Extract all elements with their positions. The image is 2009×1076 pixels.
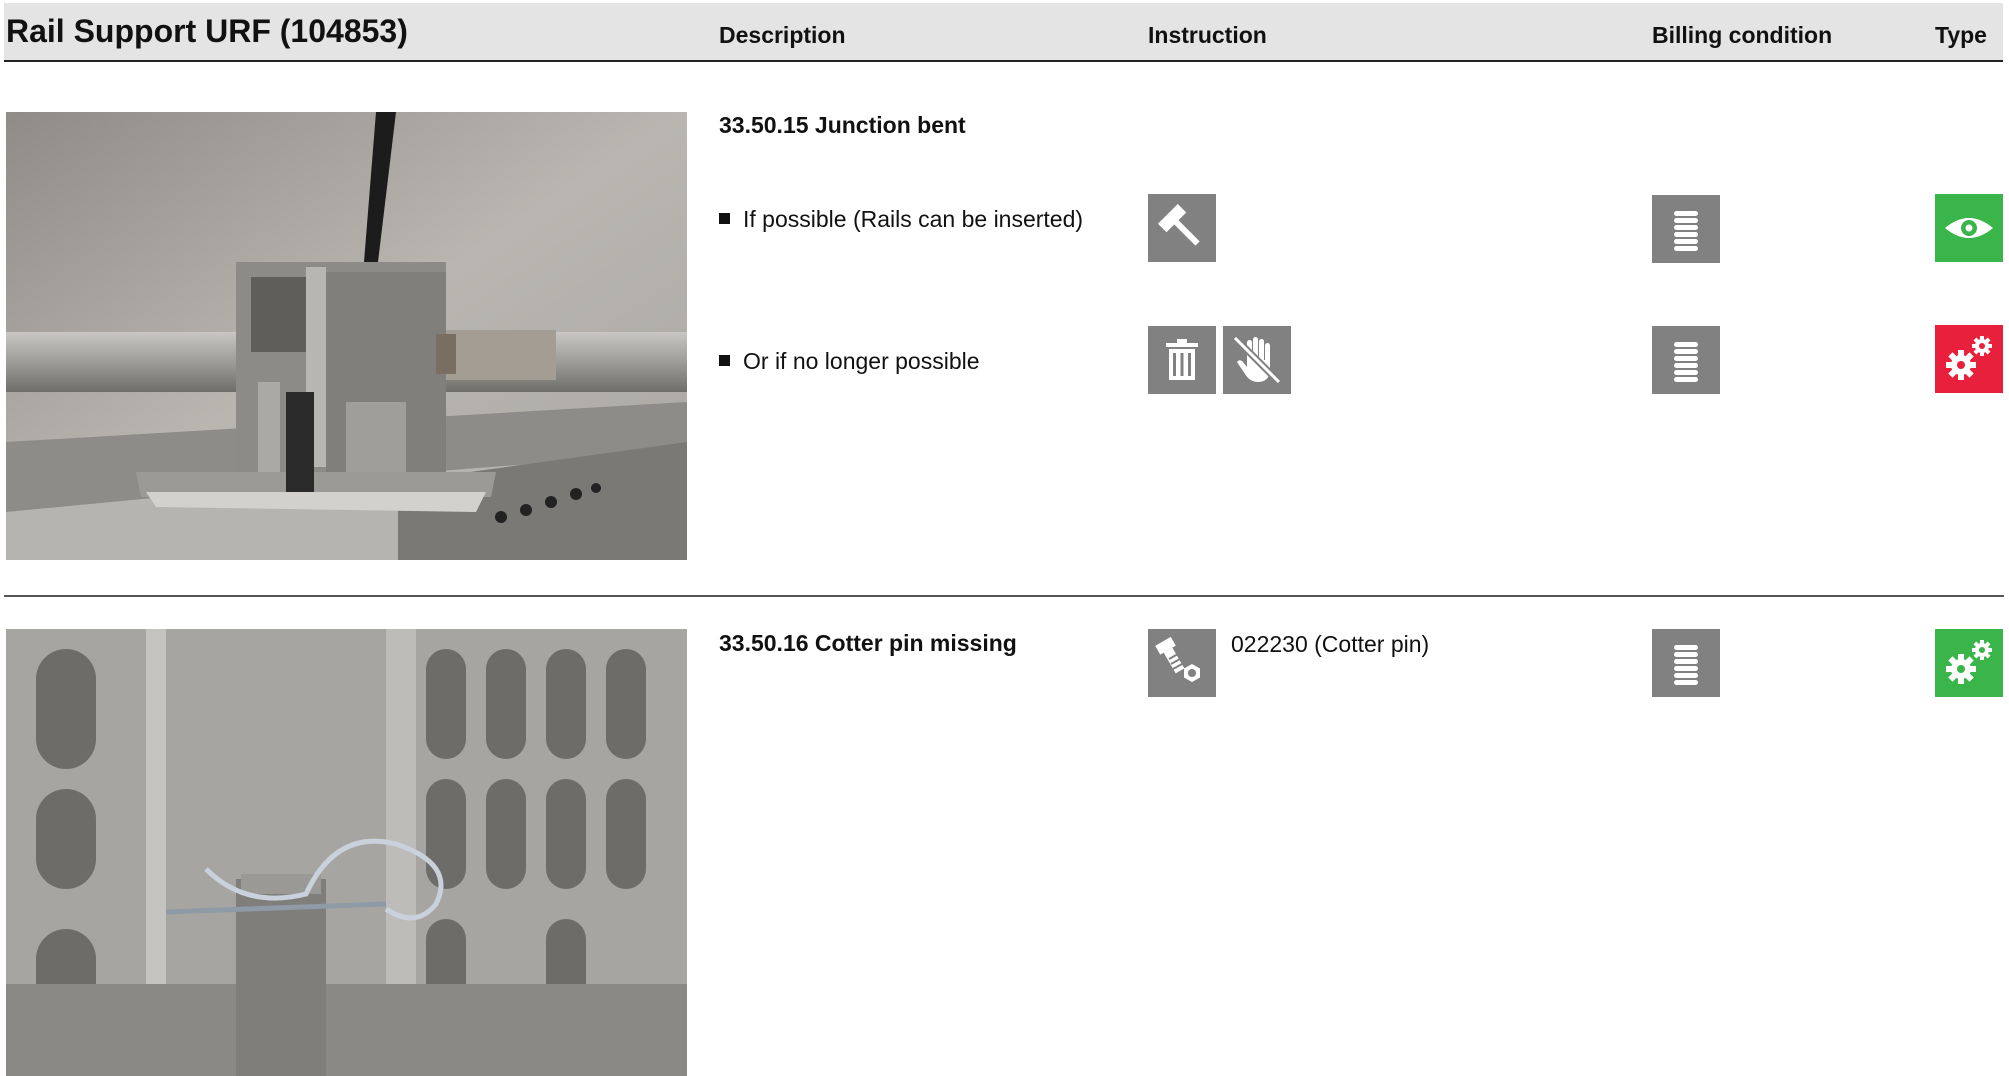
gears-icon <box>1935 325 2003 393</box>
column-header-type: Type <box>1935 22 1987 48</box>
coin-stack-icon <box>1652 326 1720 394</box>
row-divider <box>4 595 2004 597</box>
no-touch-icon <box>1223 326 1291 394</box>
gears-icon <box>1935 629 2003 697</box>
column-header-billing: Billing condition <box>1652 22 1833 48</box>
trash-icon <box>1148 326 1216 394</box>
bullet-marker <box>719 355 730 366</box>
junction-bent-title: 33.50.15 Junction bent <box>719 112 966 138</box>
list-item-text: If possible (Rails can be inserted) <box>743 206 1084 232</box>
eye-icon <box>1935 194 2003 262</box>
page-title: Rail Support URF (104853) <box>6 13 408 49</box>
bullet-marker <box>719 213 730 224</box>
coin-stack-icon <box>1652 195 1720 263</box>
cotter-pin-photo <box>6 629 687 1076</box>
list-item-text: Or if no longer possible <box>743 348 980 374</box>
cotter-pin-title: 33.50.16 Cotter pin missing <box>719 630 1017 656</box>
hammer-icon <box>1148 194 1216 262</box>
column-header-instruction: Instruction <box>1148 22 1267 48</box>
column-header-description: Description <box>719 22 846 48</box>
table-header: Rail Support URF (104853) Description In… <box>4 3 2003 62</box>
cotter-pin-part-number: 022230 (Cotter pin) <box>1231 631 1430 657</box>
bolt-nut-icon <box>1148 629 1216 697</box>
junction-bent-photo <box>6 112 687 560</box>
list-item: If possible (Rails can be inserted) <box>719 206 1083 233</box>
list-item: Or if no longer possible <box>719 348 980 375</box>
coin-stack-icon <box>1652 629 1720 697</box>
